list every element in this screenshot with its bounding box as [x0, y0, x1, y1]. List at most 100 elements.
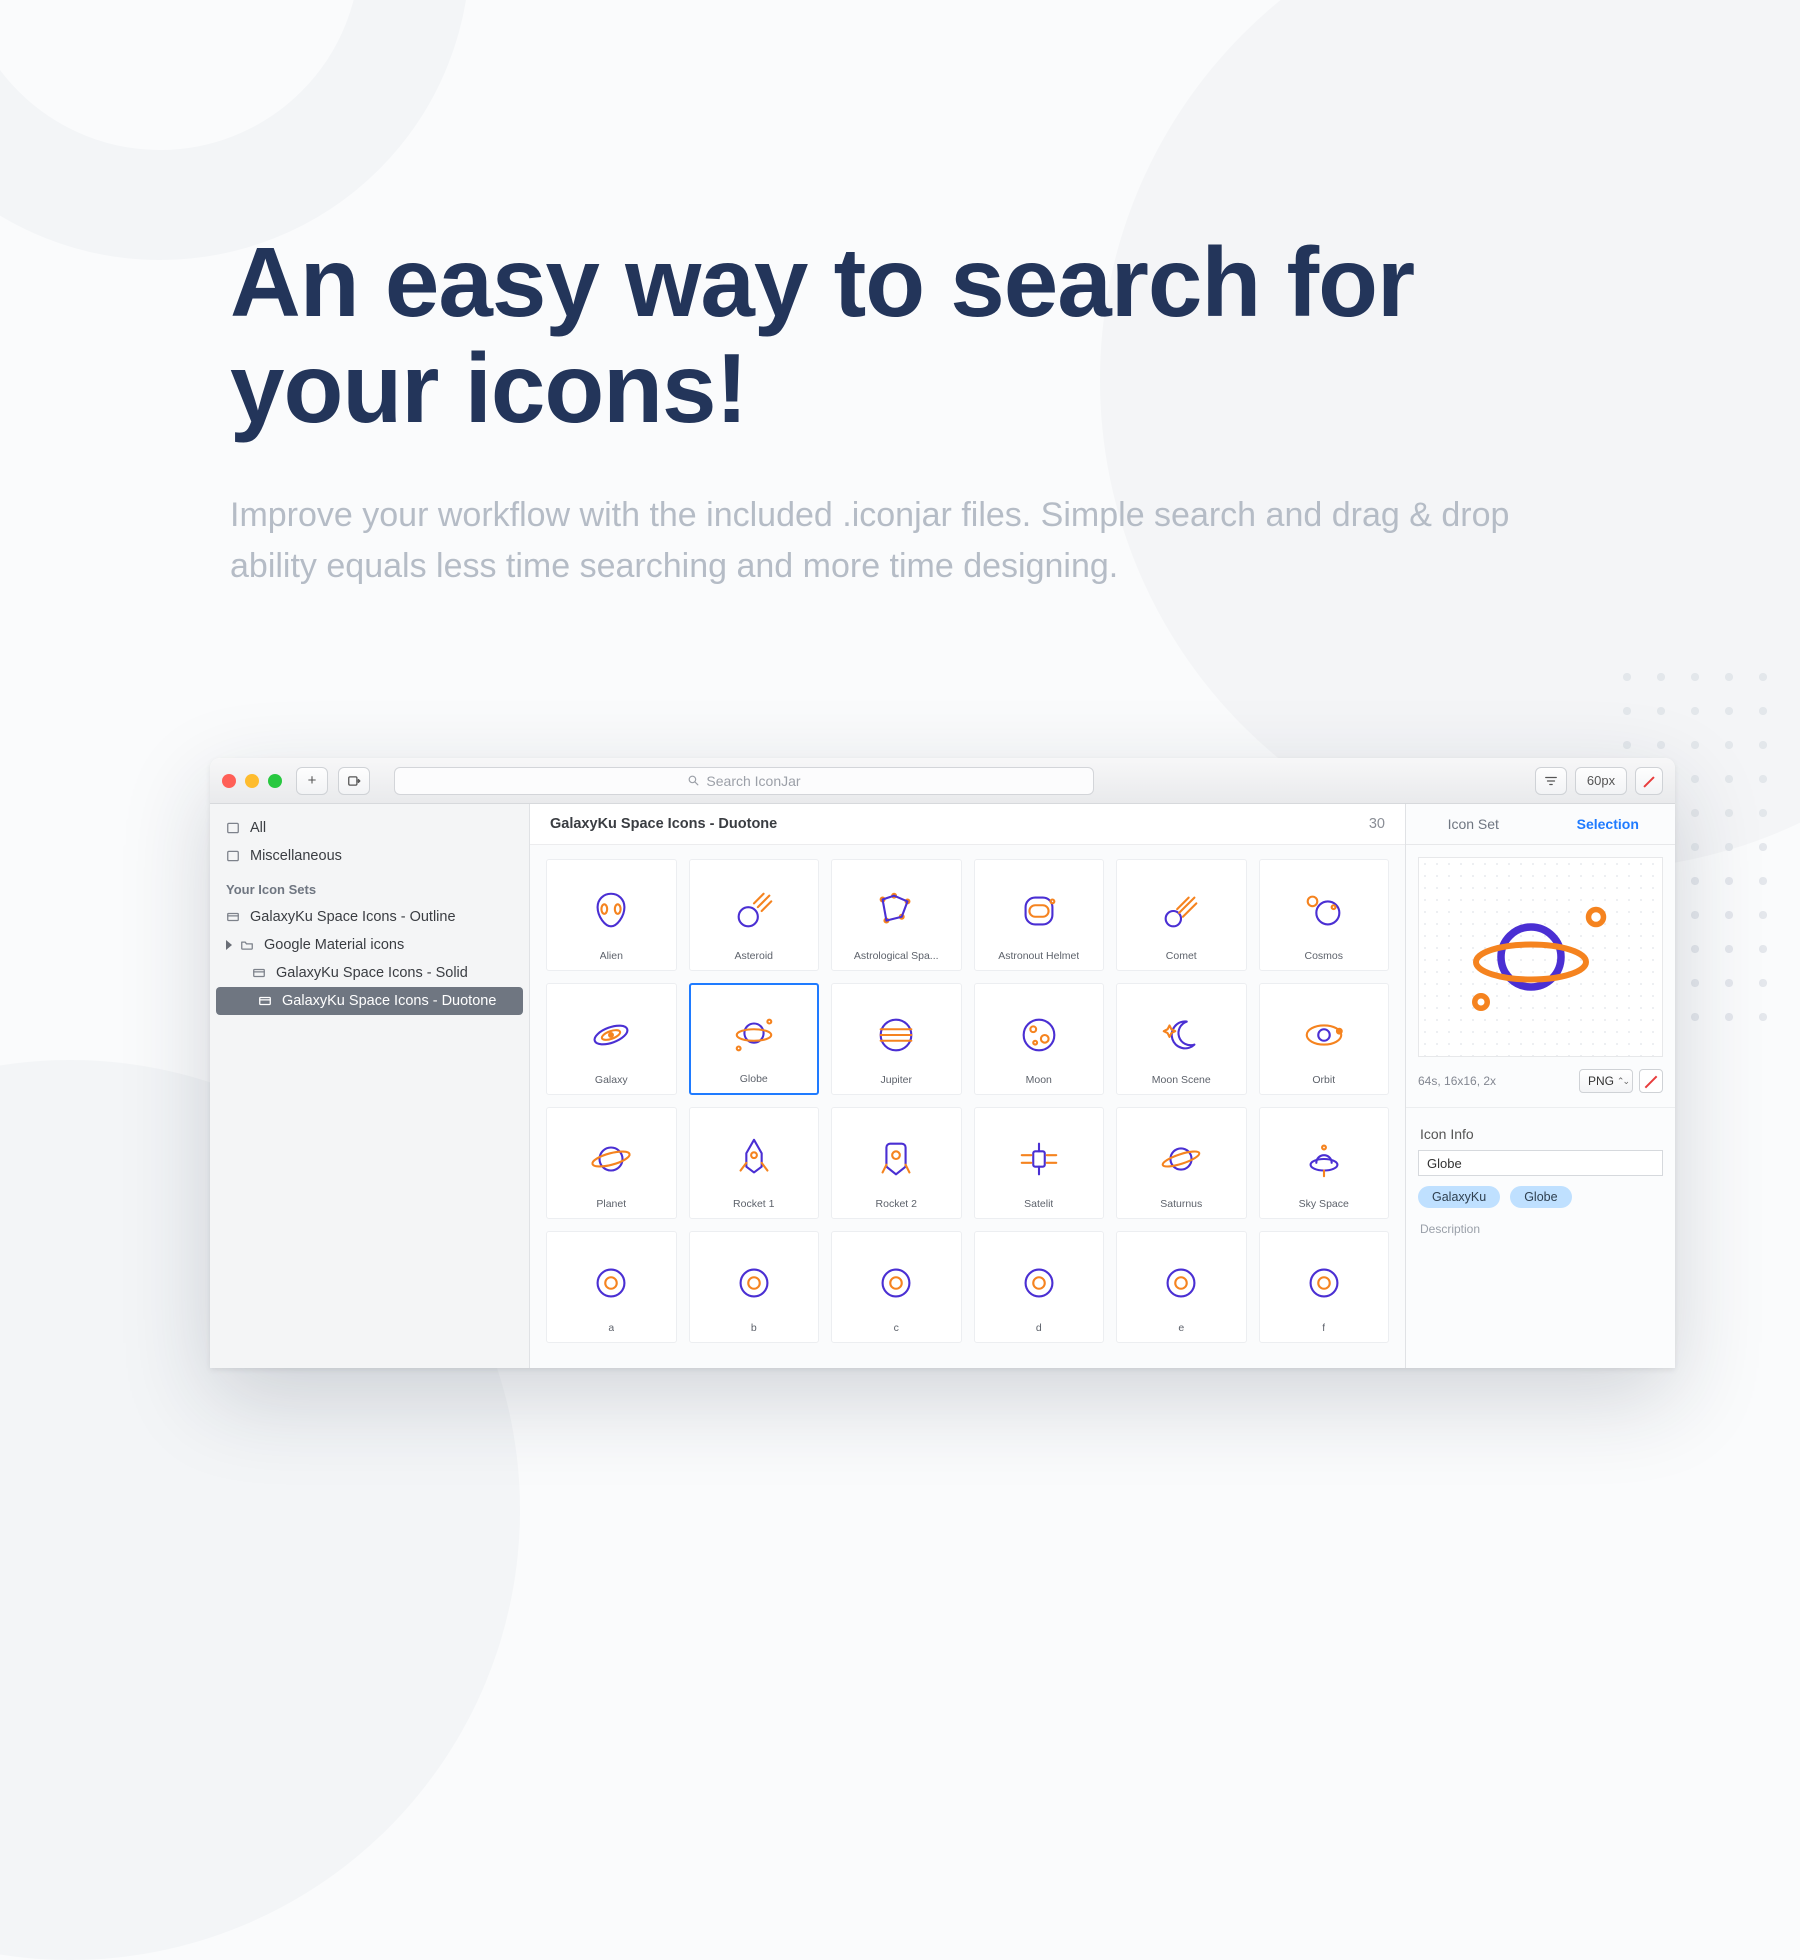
- icon-cell[interactable]: Planet: [546, 1107, 677, 1219]
- add-button[interactable]: +: [296, 767, 328, 795]
- disclosure-arrow-icon[interactable]: [226, 940, 232, 950]
- tag[interactable]: GalaxyKu: [1418, 1186, 1500, 1208]
- icon-label: b: [751, 1322, 757, 1334]
- sidebar-item-misc[interactable]: Miscellaneous: [210, 842, 529, 870]
- icon-cell[interactable]: Astrological Spa...: [831, 859, 962, 971]
- icon-cell[interactable]: f: [1259, 1231, 1390, 1343]
- icon-cell[interactable]: d: [974, 1231, 1105, 1343]
- icon-label: Orbit: [1312, 1074, 1335, 1086]
- a-icon: [588, 1244, 634, 1322]
- astronout-helmet-icon: [1016, 872, 1062, 950]
- icon-label: Moon Scene: [1152, 1074, 1211, 1086]
- b-icon: [731, 1244, 777, 1322]
- sidebar-item-set[interactable]: GalaxyKu Space Icons - Outline: [210, 903, 529, 931]
- window-close-icon[interactable]: [222, 774, 236, 788]
- inspector-panel: Icon Set Selection 64s, 16x16, 2x PNG Ic…: [1405, 804, 1675, 1368]
- sky-space-icon: [1301, 1120, 1347, 1198]
- size-button[interactable]: 60px: [1575, 767, 1627, 795]
- filter-button[interactable]: [1535, 767, 1567, 795]
- set-icon: [252, 966, 268, 980]
- icon-cell[interactable]: Cosmos: [1259, 859, 1390, 971]
- icon-label: Globe: [740, 1073, 768, 1085]
- sidebar-item-all[interactable]: All: [210, 814, 529, 842]
- cosmos-icon: [1301, 872, 1347, 950]
- search-placeholder: Search IconJar: [706, 773, 800, 789]
- export-format-select[interactable]: PNG: [1579, 1069, 1633, 1093]
- icon-cell[interactable]: Alien: [546, 859, 677, 971]
- icon-label: c: [894, 1322, 899, 1334]
- icon-cell[interactable]: e: [1116, 1231, 1247, 1343]
- sidebar-item-set[interactable]: GalaxyKu Space Icons - Solid: [210, 959, 529, 987]
- sidebar-label: GalaxyKu Space Icons - Outline: [250, 909, 456, 925]
- color-clear-button[interactable]: [1635, 767, 1663, 795]
- c-icon: [873, 1244, 919, 1322]
- window-zoom-icon[interactable]: [268, 774, 282, 788]
- icon-label: Rocket 1: [733, 1198, 774, 1210]
- search-input[interactable]: Search IconJar: [394, 767, 1094, 795]
- jupiter-icon: [873, 996, 919, 1074]
- icon-cell[interactable]: Orbit: [1259, 983, 1390, 1095]
- sidebar-item-set[interactable]: Google Material icons: [210, 931, 529, 959]
- description-label: Description: [1406, 1218, 1675, 1240]
- icon-cell[interactable]: b: [689, 1231, 820, 1343]
- icon-info-header: Icon Info: [1406, 1107, 1675, 1150]
- sidebar-item-set-selected[interactable]: GalaxyKu Space Icons - Duotone: [216, 987, 523, 1015]
- icon-cell[interactable]: Rocket 2: [831, 1107, 962, 1219]
- asteroid-icon: [731, 872, 777, 950]
- icon-cell[interactable]: Galaxy: [546, 983, 677, 1095]
- icon-cell[interactable]: Jupiter: [831, 983, 962, 1095]
- filter-icon: [1544, 774, 1558, 788]
- tab-icon-set[interactable]: Icon Set: [1406, 804, 1541, 844]
- icon-cell[interactable]: Globe: [689, 983, 820, 1095]
- icon-name-field[interactable]: Globe: [1418, 1150, 1663, 1176]
- icon-label: e: [1178, 1322, 1184, 1334]
- satelit-icon: [1016, 1120, 1062, 1198]
- window-minimize-icon[interactable]: [245, 774, 259, 788]
- icon-grid: Alien Asteroid Astrological Spa... Astronou…: [530, 845, 1405, 1357]
- tab-selection[interactable]: Selection: [1541, 804, 1676, 844]
- export-button[interactable]: [338, 767, 370, 795]
- astrological-spa--icon: [873, 872, 919, 950]
- icon-cell[interactable]: Sky Space: [1259, 1107, 1390, 1219]
- icon-cell[interactable]: Satelit: [974, 1107, 1105, 1219]
- moon-icon: [1016, 996, 1062, 1074]
- icon-cell[interactable]: Moon: [974, 983, 1105, 1095]
- sidebar-section-header: Your Icon Sets: [210, 870, 529, 903]
- sidebar: All Miscellaneous Your Icon Sets GalaxyK…: [210, 804, 530, 1368]
- icon-label: Sky Space: [1299, 1198, 1349, 1210]
- icon-cell[interactable]: c: [831, 1231, 962, 1343]
- hero-subtitle: Improve your workflow with the included …: [230, 490, 1580, 592]
- icon-label: Astronout Helmet: [998, 950, 1079, 962]
- collection-title: GalaxyKu Space Icons - Duotone: [550, 816, 777, 832]
- f-icon: [1301, 1244, 1347, 1322]
- rocket-2-icon: [873, 1120, 919, 1198]
- icon-cell[interactable]: Comet: [1116, 859, 1247, 971]
- library-icon: [226, 821, 242, 835]
- search-icon: [687, 774, 700, 787]
- icon-label: Jupiter: [880, 1074, 912, 1086]
- icon-label: Galaxy: [595, 1074, 628, 1086]
- alien-icon: [588, 872, 634, 950]
- hero-title: An easy way to search for your icons!: [230, 230, 1580, 442]
- app-window: + Search IconJar 60px All Miscellaneous: [210, 758, 1675, 1368]
- d-icon: [1016, 1244, 1062, 1322]
- export-color-clear[interactable]: [1639, 1069, 1663, 1093]
- icon-cell[interactable]: Rocket 1: [689, 1107, 820, 1219]
- icon-cell[interactable]: Moon Scene: [1116, 983, 1247, 1095]
- icon-label: Satelit: [1024, 1198, 1053, 1210]
- icon-cell[interactable]: Saturnus: [1116, 1107, 1247, 1219]
- sidebar-label: Google Material icons: [264, 937, 404, 953]
- icon-label: Cosmos: [1304, 950, 1343, 962]
- icon-cell[interactable]: Astronout Helmet: [974, 859, 1105, 971]
- set-icon: [226, 910, 242, 924]
- sidebar-label: All: [250, 820, 266, 836]
- galaxy-icon: [588, 996, 634, 1074]
- e-icon: [1158, 1244, 1204, 1322]
- icon-cell[interactable]: Asteroid: [689, 859, 820, 971]
- icon-preview: [1418, 857, 1663, 1057]
- tag[interactable]: Globe: [1510, 1186, 1571, 1208]
- icon-label: Asteroid: [734, 950, 773, 962]
- icon-cell[interactable]: a: [546, 1231, 677, 1343]
- icon-label: Rocket 2: [876, 1198, 917, 1210]
- icon-label: Planet: [596, 1198, 626, 1210]
